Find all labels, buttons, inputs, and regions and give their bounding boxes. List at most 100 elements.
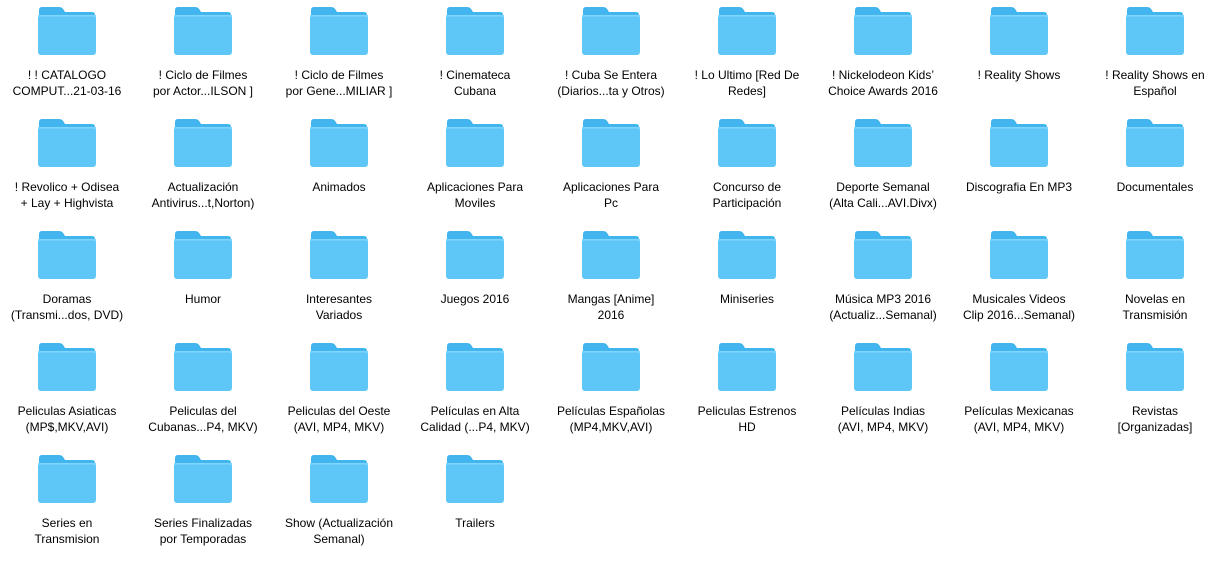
folder-item[interactable]: ! ! CATALOGO COMPUT...21-03-16 [0, 2, 135, 114]
folder-icon[interactable] [37, 342, 97, 392]
folder-label: ! Reality Shows en Español [1105, 68, 1205, 98]
folder-item[interactable]: Peliculas del Oeste (AVI, MP4, MKV) [271, 338, 407, 450]
folder-item[interactable]: ! Ciclo de Filmes por Actor...ILSON ] [135, 2, 271, 114]
folder-label: Películas Indias (AVI, MP4, MKV) [837, 404, 929, 434]
folder-icon[interactable] [37, 454, 97, 504]
folder-icon[interactable] [581, 230, 641, 280]
folder-icon[interactable] [581, 6, 641, 56]
folder-label: Miniseries [719, 292, 774, 306]
folder-label: Aplicaciones Para Moviles [426, 180, 524, 210]
folder-icon[interactable] [853, 118, 913, 168]
folder-icon[interactable] [717, 6, 777, 56]
folder-item[interactable]: Aplicaciones Para Pc [543, 114, 679, 226]
folder-item[interactable]: Discografia En MP3 [951, 114, 1087, 226]
folder-icon[interactable] [989, 230, 1049, 280]
folder-label: Peliculas Asiaticas (MP$,MKV,AVI) [17, 404, 117, 434]
folder-item[interactable]: ! Lo Ultimo [Red De Redes] [679, 2, 815, 114]
folder-item[interactable]: ! Cuba Se Entera (Diarios...ta y Otros) [543, 2, 679, 114]
folder-label: ! Lo Ultimo [Red De Redes] [694, 68, 800, 98]
folder-item[interactable]: Peliculas Estrenos HD [679, 338, 815, 450]
folder-item[interactable]: Películas Mexicanas (AVI, MP4, MKV) [951, 338, 1087, 450]
folder-label: ! Reality Shows [977, 68, 1061, 82]
folder-icon[interactable] [445, 118, 505, 168]
folder-icon[interactable] [853, 342, 913, 392]
folder-icon[interactable] [309, 342, 369, 392]
folder-item[interactable]: Películas Indias (AVI, MP4, MKV) [815, 338, 951, 450]
folder-item[interactable]: ! Reality Shows en Español [1087, 2, 1210, 114]
folder-item[interactable]: Peliculas del Cubanas...P4, MKV) [135, 338, 271, 450]
folder-item[interactable]: Revistas [Organizadas] [1087, 338, 1210, 450]
folder-icon[interactable] [445, 342, 505, 392]
folder-item[interactable]: Aplicaciones Para Moviles [407, 114, 543, 226]
folder-label: Revistas [Organizadas] [1117, 404, 1193, 434]
folder-icon[interactable] [989, 118, 1049, 168]
folder-item[interactable]: Juegos 2016 [407, 226, 543, 338]
folder-item[interactable]: Música MP3 2016 (Actualiz...Semanal) [815, 226, 951, 338]
folder-item[interactable]: Películas en Alta Calidad (...P4, MKV) [407, 338, 543, 450]
folder-label: ! Nickelodeon Kids’ Choice Awards 2016 [828, 68, 938, 98]
folder-icon[interactable] [853, 230, 913, 280]
folder-item[interactable]: Novelas en Transmisión [1087, 226, 1210, 338]
folder-icon[interactable] [445, 230, 505, 280]
folder-icon[interactable] [309, 454, 369, 504]
folder-item[interactable]: ! Ciclo de Filmes por Gene...MILIAR ] [271, 2, 407, 114]
folder-icon[interactable] [1125, 230, 1185, 280]
folder-icon[interactable] [309, 118, 369, 168]
folder-item[interactable]: ! Cinemateca Cubana [407, 2, 543, 114]
folder-icon[interactable] [989, 342, 1049, 392]
folder-item[interactable]: Interesantes Variados [271, 226, 407, 338]
folder-item[interactable]: ! Revolico + Odisea + Lay + Highvista [0, 114, 135, 226]
folder-icon[interactable] [853, 6, 913, 56]
folder-item[interactable]: Humor [135, 226, 271, 338]
folder-label: Doramas (Transmi...dos, DVD) [10, 292, 124, 322]
folder-label: Show (Actualización Semanal) [284, 516, 394, 546]
folder-icon[interactable] [37, 118, 97, 168]
folder-icon[interactable] [717, 230, 777, 280]
folder-icon[interactable] [309, 230, 369, 280]
folder-icon[interactable] [581, 118, 641, 168]
folder-icon[interactable] [173, 342, 233, 392]
folder-icon[interactable] [173, 230, 233, 280]
folder-label: Juegos 2016 [440, 292, 510, 306]
folder-item[interactable]: ! Nickelodeon Kids’ Choice Awards 2016 [815, 2, 951, 114]
folder-icon[interactable] [1125, 6, 1185, 56]
folder-label: Animados [312, 180, 366, 194]
folder-icon[interactable] [445, 454, 505, 504]
folder-icon[interactable] [309, 6, 369, 56]
folder-item[interactable]: Show (Actualización Semanal) [271, 450, 407, 562]
folder-icon[interactable] [445, 6, 505, 56]
folder-label: ! Cuba Se Entera (Diarios...ta y Otros) [557, 68, 665, 98]
folder-icon[interactable] [173, 6, 233, 56]
folder-item[interactable]: ! Reality Shows [951, 2, 1087, 114]
folder-item[interactable]: Mangas [Anime] 2016 [543, 226, 679, 338]
folder-item[interactable]: Deporte Semanal (Alta Cali...AVI.Divx) [815, 114, 951, 226]
folder-item[interactable]: Animados [271, 114, 407, 226]
folder-icon[interactable] [717, 342, 777, 392]
folder-item[interactable]: Series Finalizadas por Temporadas [135, 450, 271, 562]
folder-item[interactable]: Actualización Antivirus...t,Norton) [135, 114, 271, 226]
folder-item[interactable]: Peliculas Asiaticas (MP$,MKV,AVI) [0, 338, 135, 450]
folder-label: Música MP3 2016 (Actualiz...Semanal) [829, 292, 937, 322]
folder-item[interactable]: Películas Españolas (MP4,MKV,AVI) [543, 338, 679, 450]
folder-item[interactable]: Doramas (Transmi...dos, DVD) [0, 226, 135, 338]
folder-icon[interactable] [173, 118, 233, 168]
folder-icon[interactable] [37, 230, 97, 280]
folder-item[interactable]: Miniseries [679, 226, 815, 338]
folder-icon[interactable] [1125, 118, 1185, 168]
folder-label: Películas Españolas (MP4,MKV,AVI) [556, 404, 666, 434]
folder-label: Aplicaciones Para Pc [562, 180, 660, 210]
folder-icon[interactable] [989, 6, 1049, 56]
folder-icon[interactable] [37, 6, 97, 56]
folder-label: Humor [184, 292, 221, 306]
folder-item[interactable]: Series en Transmision [0, 450, 135, 562]
folder-item[interactable]: Documentales [1087, 114, 1210, 226]
folder-icon[interactable] [717, 118, 777, 168]
folder-item[interactable]: Trailers [407, 450, 543, 562]
folder-icon[interactable] [581, 342, 641, 392]
folder-item[interactable]: Concurso de Participación [679, 114, 815, 226]
folder-icon[interactable] [1125, 342, 1185, 392]
folder-icon[interactable] [173, 454, 233, 504]
folder-label: ! Ciclo de Filmes por Actor...ILSON ] [152, 68, 254, 98]
folder-label: Novelas en Transmisión [1122, 292, 1188, 322]
folder-item[interactable]: Musicales Videos Clip 2016...Semanal) [951, 226, 1087, 338]
